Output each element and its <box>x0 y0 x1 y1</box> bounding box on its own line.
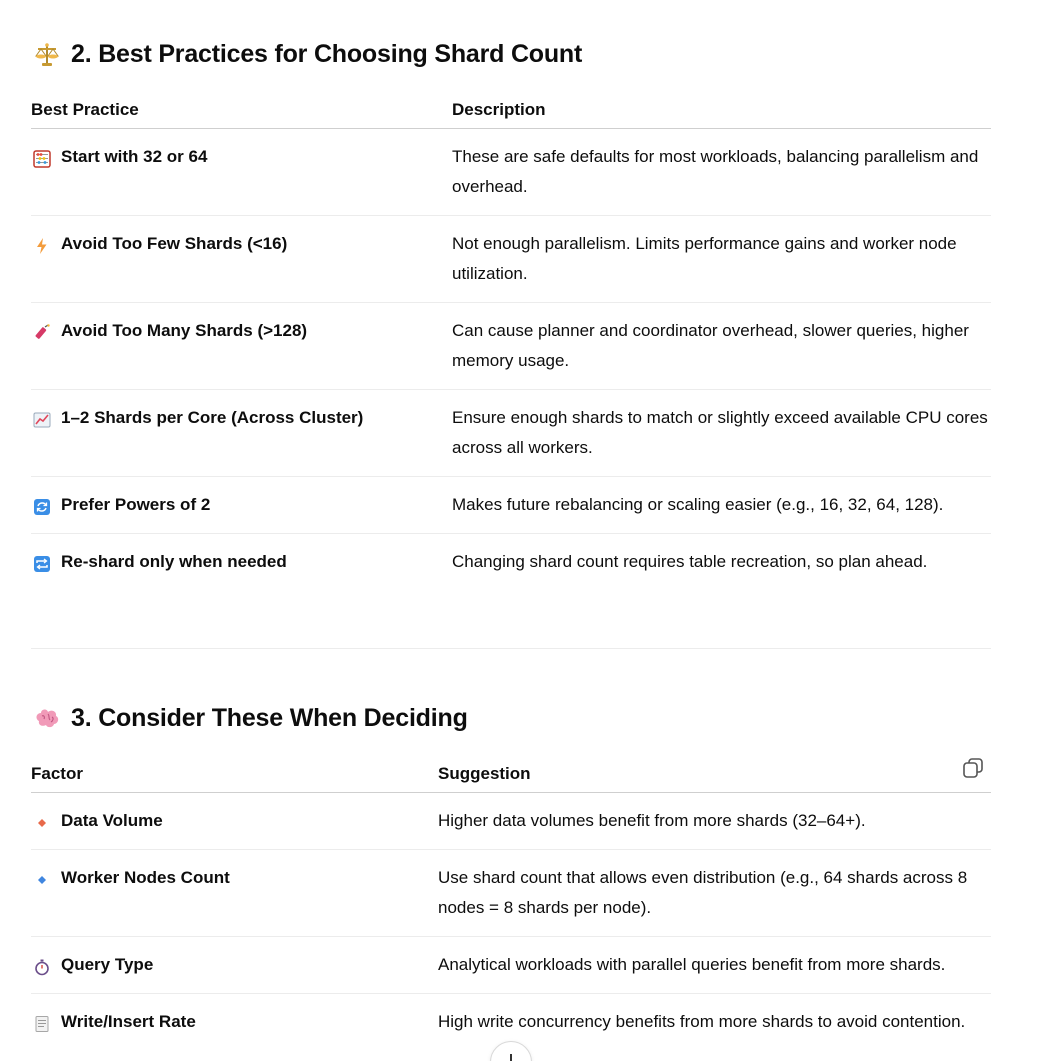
section-2-title: 2. Best Practices for Choosing Shard Cou… <box>71 40 583 68</box>
suggestion-cell: Higher data volumes benefit from more sh… <box>438 792 991 850</box>
practice-label: Avoid Too Few Shards (<16) <box>61 234 288 253</box>
description-cell: Changing shard count requires table recr… <box>452 552 928 571</box>
blue-diamond-icon <box>33 869 51 887</box>
table-row: Start with 32 or 64 These are safe defau… <box>31 128 991 216</box>
practice-label: 1–2 Shards per Core (Across Cluster) <box>61 408 364 427</box>
chat-response-page: 2. Best Practices for Choosing Shard Cou… <box>0 0 1044 1061</box>
table-row: Query Type Analytical workloads with par… <box>31 936 991 994</box>
table-row: 1–2 Shards per Core (Across Cluster) Ens… <box>31 389 991 477</box>
column-header-best-practice: Best Practice <box>31 90 452 129</box>
table-row: Worker Nodes Count Use shard count that … <box>31 849 991 937</box>
factor-label: Query Type <box>61 955 154 974</box>
repeat-icon <box>33 553 51 572</box>
best-practices-table: Best Practice Description Start with 32 … <box>31 90 991 590</box>
table-row: Avoid Too Few Shards (<16) Not enough pa… <box>31 215 991 303</box>
page-icon <box>33 1013 51 1032</box>
practice-label: Re-shard only when needed <box>61 552 287 571</box>
suggestion-cell: Use shard count that allows even distrib… <box>438 849 991 937</box>
practice-label: Start with 32 or 64 <box>61 147 208 166</box>
factor-label: Write/Insert Rate <box>61 1012 196 1031</box>
table-row: Avoid Too Many Shards (>128) Can cause p… <box>31 302 991 390</box>
table-header-row: Best Practice Description <box>31 90 991 129</box>
table-row: Prefer Powers of 2 Makes future rebalanc… <box>31 476 991 534</box>
section-2-heading: 2. Best Practices for Choosing Shard Cou… <box>33 40 582 69</box>
description-cell: These are safe defaults for most workloa… <box>452 128 991 216</box>
practice-label: Prefer Powers of 2 <box>61 495 211 514</box>
stopwatch-icon <box>33 956 51 976</box>
balance-scale-icon <box>33 41 61 69</box>
suggestion-cell: High write concurrency benefits from mor… <box>438 1012 966 1031</box>
column-header-suggestion: Suggestion <box>438 754 991 793</box>
section-3-heading: 3. Consider These When Deciding <box>33 704 468 733</box>
column-header-description: Description <box>452 90 991 129</box>
counterclockwise-arrows-icon <box>33 496 51 515</box>
section-3-title: 3. Consider These When Deciding <box>71 704 468 732</box>
table-row: Re-shard only when needed Changing shard… <box>31 534 991 591</box>
abacus-icon <box>33 148 51 168</box>
description-cell: Not enough parallelism. Limits performan… <box>452 215 991 303</box>
description-cell: Makes future rebalancing or scaling easi… <box>452 476 991 534</box>
lightning-icon <box>33 235 51 254</box>
suggestion-cell: Analytical workloads with parallel queri… <box>438 936 991 994</box>
section-divider <box>31 648 991 649</box>
orange-diamond-icon <box>33 812 51 830</box>
description-cell: Can cause planner and coordinator overhe… <box>452 302 991 390</box>
factors-table: Factor Suggestion Data Volume Higher dat… <box>31 754 991 1050</box>
brain-icon <box>33 705 61 733</box>
table-row: Data Volume Higher data volumes benefit … <box>31 792 991 850</box>
firecracker-icon <box>33 322 51 340</box>
column-header-factor: Factor <box>31 754 438 793</box>
factor-label: Worker Nodes Count <box>61 868 230 887</box>
practice-label: Avoid Too Many Shards (>128) <box>61 321 308 340</box>
factor-label: Data Volume <box>61 811 163 830</box>
table-header-row: Factor Suggestion <box>31 754 991 793</box>
description-cell: Ensure enough shards to match or slightl… <box>452 389 991 477</box>
chart-increasing-icon <box>33 409 51 428</box>
